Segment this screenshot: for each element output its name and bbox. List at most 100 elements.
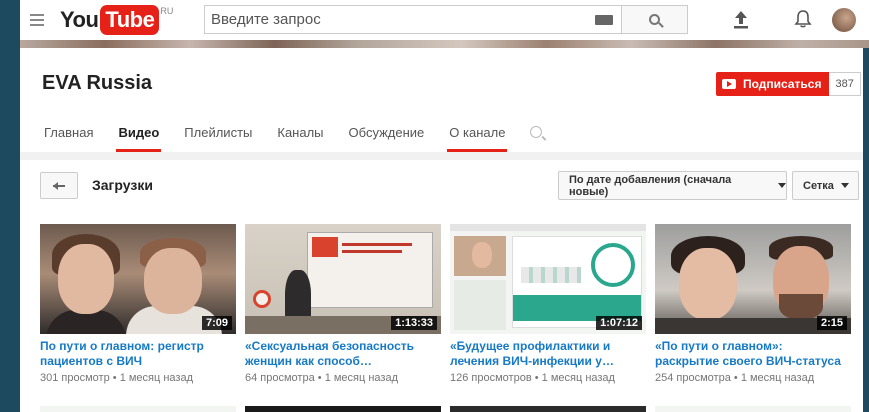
video-meta: 254 просмотра • 1 месяц назад: [655, 372, 851, 384]
thumbnail-art: [679, 248, 737, 320]
subscriber-count: 387: [829, 72, 861, 96]
thumbnail-art: [472, 242, 492, 268]
video-card: 1:07:12 «Будущее профилактики и лечения …: [450, 224, 646, 384]
video-title-line: женщин как способ…: [245, 354, 372, 368]
video-views: 254 просмотра: [655, 372, 731, 384]
thumbnail-art: [342, 243, 412, 246]
video-title-line: «Будущее профилактики и: [450, 339, 611, 353]
video-thumbnail[interactable]: 7:09: [40, 224, 236, 334]
video-meta: 64 просмотра • 1 месяц назад: [245, 372, 441, 384]
video-duration: 1:13:33: [391, 316, 437, 330]
meta-separator: •: [112, 372, 117, 384]
section-divider: [20, 152, 863, 160]
thumbnail-art: [312, 237, 338, 257]
thumbnail-art: [512, 236, 642, 328]
subscribe-widget: Подписаться 387: [716, 72, 861, 96]
video-title[interactable]: «По пути о главном»: раскрытие своего ВИ…: [655, 339, 851, 369]
thumbnail-art: [450, 224, 646, 231]
video-card: 1:13:33 «Сексуальная безопасность женщин…: [245, 224, 441, 384]
back-arrow-icon: [53, 181, 65, 190]
video-meta: 126 просмотров • 1 месяц назад: [450, 372, 646, 384]
avatar[interactable]: [832, 8, 856, 32]
video-title-line: пациентов с ВИЧ: [40, 354, 143, 368]
back-button[interactable]: [40, 172, 78, 199]
video-views: 301 просмотр: [40, 372, 110, 384]
tab-videos[interactable]: Видео: [116, 124, 162, 152]
channel-tabs: Главная Видео Плейлисты Каналы Обсуждени…: [44, 124, 543, 152]
channel-banner: [20, 40, 869, 48]
video-card: 7:09 По пути о главном: регистр пациенто…: [40, 224, 236, 384]
search-button[interactable]: [622, 5, 688, 34]
video-thumbnail[interactable]: [655, 406, 851, 412]
next-row-thumbnails: [40, 406, 860, 412]
video-duration: 1:07:12: [596, 316, 642, 330]
subscribe-label: Подписаться: [743, 77, 822, 91]
keyboard-icon[interactable]: [595, 15, 613, 25]
chevron-down-icon: [840, 183, 849, 188]
thumbnail-art: [521, 267, 581, 283]
channel-header: EVA Russia Подписаться 387 Главная Видео…: [20, 48, 863, 152]
tab-playlists[interactable]: Плейлисты: [184, 124, 252, 152]
video-thumbnail[interactable]: 1:07:12: [450, 224, 646, 334]
video-thumbnail[interactable]: 2:15: [655, 224, 851, 334]
video-duration: 7:09: [201, 316, 232, 330]
search-box: [204, 5, 622, 34]
tab-home[interactable]: Главная: [44, 124, 93, 152]
thumbnail-art: [253, 290, 271, 308]
video-title-line: лечения ВИЧ-инфекции у…: [450, 354, 614, 368]
search-icon: [649, 14, 660, 25]
youtube-play-icon: [722, 79, 736, 89]
thumbnail-art: [342, 250, 402, 253]
channel-name[interactable]: EVA Russia: [42, 72, 152, 95]
thumbnail-art: [144, 248, 202, 314]
logo-region: RU: [160, 6, 174, 16]
video-views: 64 просмотра: [245, 372, 315, 384]
view-dropdown[interactable]: Сетка: [792, 171, 859, 200]
hamburger-icon[interactable]: [30, 14, 44, 26]
bell-icon[interactable]: [794, 9, 812, 29]
meta-separator: •: [534, 372, 539, 384]
thumbnail-art: [307, 232, 433, 308]
uploads-section: Загрузки По дате добавления (сначала нов…: [20, 160, 863, 412]
youtube-logo[interactable]: You Tube RU: [60, 4, 173, 36]
video-duration: 2:15: [816, 316, 847, 330]
sort-label: По дате добавления (сначала новые): [569, 173, 732, 198]
video-thumbnail[interactable]: [245, 406, 441, 412]
video-age: 1 месяц назад: [541, 372, 615, 384]
video-views: 126 просмотров: [450, 372, 532, 384]
chevron-down-icon: [778, 183, 786, 188]
tab-about[interactable]: О канале: [447, 124, 508, 152]
video-title[interactable]: «Сексуальная безопасность женщин как спо…: [245, 339, 441, 369]
video-age: 1 месяц назад: [740, 372, 815, 384]
meta-separator: •: [733, 372, 738, 384]
channel-search-icon[interactable]: [530, 126, 543, 138]
upload-icon[interactable]: [732, 10, 750, 30]
video-grid: 7:09 По пути о главном: регистр пациенто…: [40, 224, 860, 384]
video-card: 2:15 «По пути о главном»: раскрытие свое…: [655, 224, 851, 384]
sort-dropdown[interactable]: По дате добавления (сначала новые): [558, 171, 787, 200]
tab-discussion[interactable]: Обсуждение: [349, 124, 425, 152]
view-label: Сетка: [803, 179, 834, 192]
video-thumbnail[interactable]: [450, 406, 646, 412]
tab-channels[interactable]: Каналы: [277, 124, 323, 152]
video-age: 1 месяц назад: [324, 372, 399, 384]
video-title[interactable]: По пути о главном: регистр пациентов с В…: [40, 339, 236, 369]
video-thumbnail[interactable]: [40, 406, 236, 412]
video-title[interactable]: «Будущее профилактики и лечения ВИЧ-инфе…: [450, 339, 646, 369]
search-input[interactable]: [205, 6, 565, 33]
video-title-line: раскрытие своего ВИЧ-статуса: [655, 354, 841, 368]
meta-separator: •: [317, 372, 322, 384]
logo-you-text: You: [60, 7, 99, 32]
thumbnail-art: [591, 243, 635, 287]
section-title: Загрузки: [92, 177, 153, 193]
video-meta: 301 просмотр • 1 месяц назад: [40, 372, 236, 384]
thumbnail-art: [454, 236, 506, 276]
video-thumbnail[interactable]: 1:13:33: [245, 224, 441, 334]
video-title-line: «По пути о главном»:: [655, 339, 783, 353]
thumbnail-art: [454, 280, 506, 330]
video-title-line: «Сексуальная безопасность: [245, 339, 415, 353]
video-age: 1 месяц назад: [119, 372, 194, 384]
logo-tube-text: Tube: [100, 5, 160, 35]
thumbnail-art: [58, 244, 114, 314]
subscribe-button[interactable]: Подписаться: [716, 72, 830, 96]
